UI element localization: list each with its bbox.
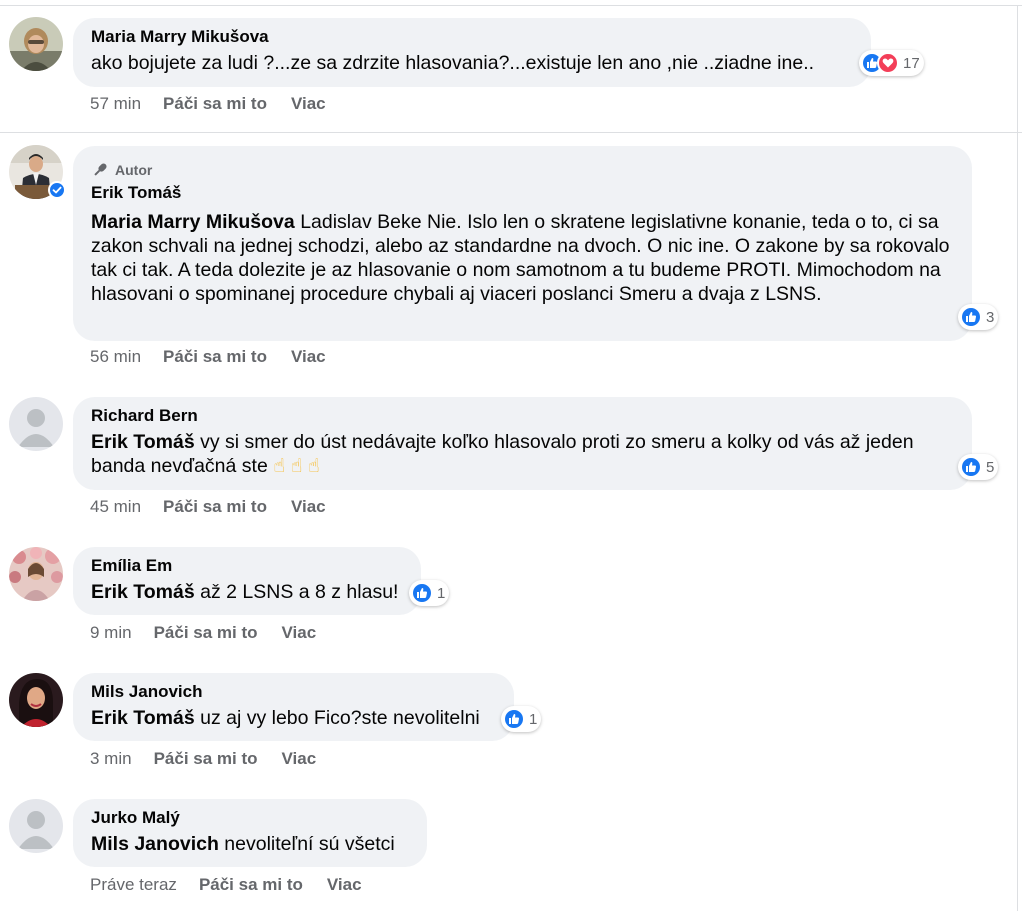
comment-body: až 2 LSNS a 8 z hlasu! <box>200 581 399 603</box>
reaction-count: 1 <box>437 584 446 602</box>
comment-bubble: Maria Marry Mikušova ako bojujete za lud… <box>73 18 871 87</box>
like-icon <box>503 708 525 730</box>
like-button[interactable]: Páči sa mi to <box>163 346 267 368</box>
comment-meta: 56 min Páči sa mi to Viac <box>90 346 350 368</box>
more-button[interactable]: Viac <box>291 93 326 115</box>
reaction-count: 1 <box>529 710 538 728</box>
comment-author[interactable]: Richard Bern <box>91 405 954 427</box>
comment-text: Erik Tomáš až 2 LSNS a 8 z hlasu! <box>91 580 403 604</box>
avatar[interactable] <box>9 397 63 451</box>
comment-body: nevoliteľní sú všetci <box>224 833 395 855</box>
comment-meta: 57 min Páči sa mi to Viac <box>90 93 350 115</box>
pointing-up-emoji-icon: ☝ ☝ ☝ <box>273 455 320 477</box>
author-badge-label: Autor <box>115 162 153 178</box>
like-button[interactable]: Páči sa mi to <box>199 874 303 896</box>
comment-meta: 9 min Páči sa mi to Viac <box>90 622 340 644</box>
reaction-summary[interactable]: 17 <box>859 50 924 76</box>
avatar[interactable] <box>9 547 63 601</box>
like-icon <box>960 306 982 328</box>
comment-text: Maria Marry Mikušova Ladislav Beke Nie. … <box>91 210 954 306</box>
comment-time[interactable]: Práve teraz <box>90 874 177 896</box>
comment-author[interactable]: Erik Tomáš <box>91 182 954 204</box>
comment-text: Erik Tomáš vy si smer do úst nedávajte k… <box>91 430 954 478</box>
comment-author[interactable]: Mils Janovich <box>91 681 496 703</box>
reaction-summary[interactable]: 3 <box>958 304 999 330</box>
avatar[interactable] <box>9 799 63 853</box>
comment-author[interactable]: Maria Marry Mikušova <box>91 26 853 48</box>
mention-link[interactable]: Erik Tomáš <box>91 431 195 453</box>
like-button[interactable]: Páči sa mi to <box>154 748 258 770</box>
comment-meta: Práve teraz Páči sa mi to Viac <box>90 874 386 896</box>
comment-bubble: Jurko Malý Mils Janovich nevoliteľní sú … <box>73 799 427 867</box>
more-button[interactable]: Viac <box>327 874 362 896</box>
reaction-summary[interactable]: 5 <box>958 454 999 480</box>
reaction-summary[interactable]: 1 <box>501 706 542 732</box>
like-icon <box>960 456 982 478</box>
comment-author[interactable]: Emília Em <box>91 555 403 577</box>
mention-link[interactable]: Maria Marry Mikušova <box>91 211 295 233</box>
avatar[interactable] <box>9 673 63 727</box>
more-button[interactable]: Viac <box>282 622 317 644</box>
like-button[interactable]: Páči sa mi to <box>163 496 267 518</box>
love-icon <box>877 52 899 74</box>
reaction-count: 5 <box>986 458 995 476</box>
comment-time[interactable]: 57 min <box>90 93 141 115</box>
avatar[interactable] <box>9 17 63 71</box>
like-icon <box>411 582 433 604</box>
comment-text: Mils Janovich nevoliteľní sú všetci <box>91 832 409 856</box>
mention-link[interactable]: Erik Tomáš <box>91 581 195 603</box>
reaction-count: 3 <box>986 308 995 326</box>
comment-time[interactable]: 45 min <box>90 496 141 518</box>
comment-bubble: Richard Bern Erik Tomáš vy si smer do ús… <box>73 397 972 490</box>
right-divider <box>1017 5 1018 911</box>
comment-meta: 45 min Páči sa mi to Viac <box>90 496 350 518</box>
comment-bubble: Emília Em Erik Tomáš až 2 LSNS a 8 z hla… <box>73 547 421 615</box>
like-button[interactable]: Páči sa mi to <box>154 622 258 644</box>
more-button[interactable]: Viac <box>291 496 326 518</box>
comment-bubble: Mils Janovich Erik Tomáš uz aj vy lebo F… <box>73 673 514 741</box>
comment-bubble: Autor Erik Tomáš Maria Marry Mikušova La… <box>73 146 972 341</box>
comment-text: Erik Tomáš uz aj vy lebo Fico?ste nevoli… <box>91 706 496 730</box>
more-button[interactable]: Viac <box>282 748 317 770</box>
reaction-count: 17 <box>903 54 920 72</box>
comment-text: ako bojujete za ludi ?...ze sa zdrzite h… <box>91 52 815 74</box>
author-badge: Autor <box>91 160 954 180</box>
more-button[interactable]: Viac <box>291 346 326 368</box>
comment-body: vy si smer do úst nedávajte koľko hlasov… <box>91 431 914 477</box>
microphone-icon <box>94 163 107 176</box>
mention-link[interactable]: Mils Janovich <box>91 833 219 855</box>
comment-time[interactable]: 56 min <box>90 346 141 368</box>
comment-author[interactable]: Jurko Malý <box>91 807 409 829</box>
reaction-summary[interactable]: 1 <box>409 580 450 606</box>
thread-divider <box>0 132 1022 133</box>
mention-link[interactable]: Erik Tomáš <box>91 707 195 729</box>
like-button[interactable]: Páči sa mi to <box>163 93 267 115</box>
comment-time[interactable]: 9 min <box>90 622 132 644</box>
verified-badge-icon <box>48 181 66 199</box>
comment-meta: 3 min Páči sa mi to Viac <box>90 748 340 770</box>
comment-body: uz aj vy lebo Fico?ste nevolitelni <box>200 707 480 729</box>
top-divider <box>0 5 1022 6</box>
comment-time[interactable]: 3 min <box>90 748 132 770</box>
